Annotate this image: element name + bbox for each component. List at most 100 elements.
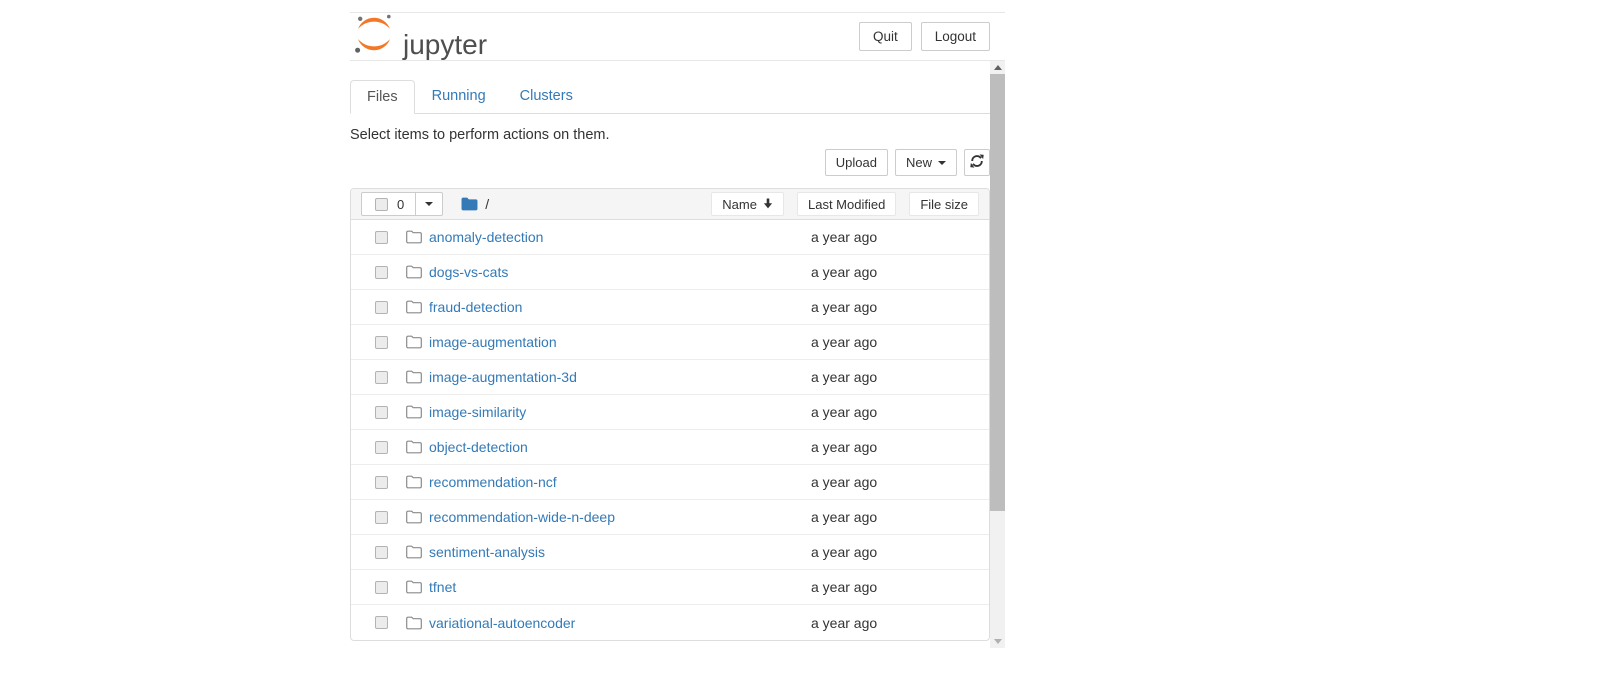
scrollbar-thumb[interactable] (990, 74, 1005, 511)
select-all-checkbox[interactable] (375, 198, 388, 211)
last-modified-value: a year ago (811, 474, 989, 490)
folder-icon (406, 405, 422, 419)
sort-name-label: Name (722, 197, 757, 212)
row-checkbox[interactable] (375, 441, 388, 454)
last-modified-value: a year ago (811, 264, 989, 280)
scrollbar-down-arrow[interactable] (990, 635, 1005, 648)
sort-last-modified-button[interactable]: Last Modified (797, 192, 896, 216)
logout-button[interactable]: Logout (921, 22, 990, 51)
last-modified-value: a year ago (811, 229, 989, 245)
row-checkbox[interactable] (375, 231, 388, 244)
file-list-header: 0 / (351, 189, 989, 220)
sort-file-size-button[interactable]: File size (909, 192, 979, 216)
breadcrumb: / (461, 196, 489, 212)
folder-icon (406, 616, 422, 630)
table-row: recommendation-ncf a year ago (351, 465, 989, 500)
folder-icon (406, 440, 422, 454)
folder-icon-solid[interactable] (461, 197, 478, 211)
folder-link[interactable]: tfnet (429, 579, 456, 595)
row-checkbox[interactable] (375, 301, 388, 314)
file-list: anomaly-detection a year ago dogs-vs-cat… (351, 220, 989, 640)
tab-files[interactable]: Files (350, 80, 415, 114)
folder-link[interactable]: fraud-detection (429, 299, 522, 315)
row-checkbox[interactable] (375, 546, 388, 559)
last-modified-value: a year ago (811, 334, 989, 350)
row-checkbox[interactable] (375, 371, 388, 384)
row-checkbox[interactable] (375, 336, 388, 349)
instruction-text: Select items to perform actions on them. (350, 127, 990, 143)
folder-icon (406, 335, 422, 349)
new-dropdown-label: New (906, 155, 932, 170)
triangle-up-icon (994, 65, 1002, 70)
quit-button[interactable]: Quit (859, 22, 912, 51)
folder-icon (406, 370, 422, 384)
folder-icon (406, 545, 422, 559)
table-row: image-similarity a year ago (351, 395, 989, 430)
scrollbar-up-arrow[interactable] (990, 61, 1005, 74)
folder-icon (406, 265, 422, 279)
triangle-down-icon (994, 639, 1002, 644)
table-row: anomaly-detection a year ago (351, 220, 989, 255)
jupyter-logo[interactable]: jupyter (352, 12, 487, 61)
select-filter-dropdown[interactable] (416, 192, 443, 216)
last-modified-value: a year ago (811, 544, 989, 560)
table-row: recommendation-wide-n-deep a year ago (351, 500, 989, 535)
refresh-button[interactable] (964, 149, 990, 176)
folder-link[interactable]: anomaly-detection (429, 229, 543, 245)
select-all-group: 0 (361, 192, 443, 216)
table-row: object-detection a year ago (351, 430, 989, 465)
jupyter-logo-icon (352, 12, 396, 61)
last-modified-value: a year ago (811, 404, 989, 420)
folder-link[interactable]: sentiment-analysis (429, 544, 545, 560)
row-checkbox[interactable] (375, 581, 388, 594)
folder-icon (406, 510, 422, 524)
table-row: image-augmentation-3d a year ago (351, 360, 989, 395)
folder-link[interactable]: variational-autoencoder (429, 615, 575, 631)
table-row: tfnet a year ago (351, 570, 989, 605)
dashboard-scroll-region: Files Running Clusters Select items to p… (350, 61, 1005, 648)
folder-link[interactable]: recommendation-wide-n-deep (429, 509, 615, 525)
folder-link[interactable]: recommendation-ncf (429, 474, 557, 490)
new-dropdown-button[interactable]: New (895, 149, 957, 176)
row-checkbox[interactable] (375, 476, 388, 489)
folder-icon (406, 300, 422, 314)
last-modified-value: a year ago (811, 615, 989, 631)
folder-link[interactable]: dogs-vs-cats (429, 264, 508, 280)
last-modified-value: a year ago (811, 369, 989, 385)
action-toolbar: Upload New (350, 149, 990, 176)
folder-icon (406, 580, 422, 594)
tab-clusters[interactable]: Clusters (503, 80, 590, 113)
folder-icon (406, 230, 422, 244)
sort-name-button[interactable]: Name (711, 192, 784, 216)
last-modified-value: a year ago (811, 439, 989, 455)
folder-icon (406, 475, 422, 489)
row-checkbox[interactable] (375, 266, 388, 279)
row-checkbox[interactable] (375, 616, 388, 629)
upload-button[interactable]: Upload (825, 149, 888, 176)
last-modified-value: a year ago (811, 509, 989, 525)
select-all-button[interactable]: 0 (361, 192, 416, 216)
file-list-panel: 0 / (350, 188, 990, 641)
masthead-buttons: Quit Logout (859, 22, 990, 51)
sort-buttons: Name Last Modified File size (711, 192, 979, 216)
scrollbar[interactable] (990, 61, 1005, 648)
selected-count: 0 (397, 197, 404, 212)
folder-link[interactable]: object-detection (429, 439, 528, 455)
table-row: dogs-vs-cats a year ago (351, 255, 989, 290)
row-checkbox[interactable] (375, 406, 388, 419)
arrow-down-icon (763, 197, 773, 212)
jupyter-wordmark: jupyter (403, 31, 487, 61)
refresh-icon (970, 154, 984, 171)
breadcrumb-path[interactable]: / (485, 196, 489, 212)
tab-running[interactable]: Running (415, 80, 503, 113)
chevron-down-icon (425, 202, 433, 206)
last-modified-value: a year ago (811, 579, 989, 595)
dashboard-content: Files Running Clusters Select items to p… (350, 61, 990, 648)
table-row: variational-autoencoder a year ago (351, 605, 989, 640)
row-checkbox[interactable] (375, 511, 388, 524)
table-row: image-augmentation a year ago (351, 325, 989, 360)
folder-link[interactable]: image-similarity (429, 404, 526, 420)
folder-link[interactable]: image-augmentation-3d (429, 369, 577, 385)
folder-link[interactable]: image-augmentation (429, 334, 557, 350)
tab-bar: Files Running Clusters (350, 80, 990, 114)
